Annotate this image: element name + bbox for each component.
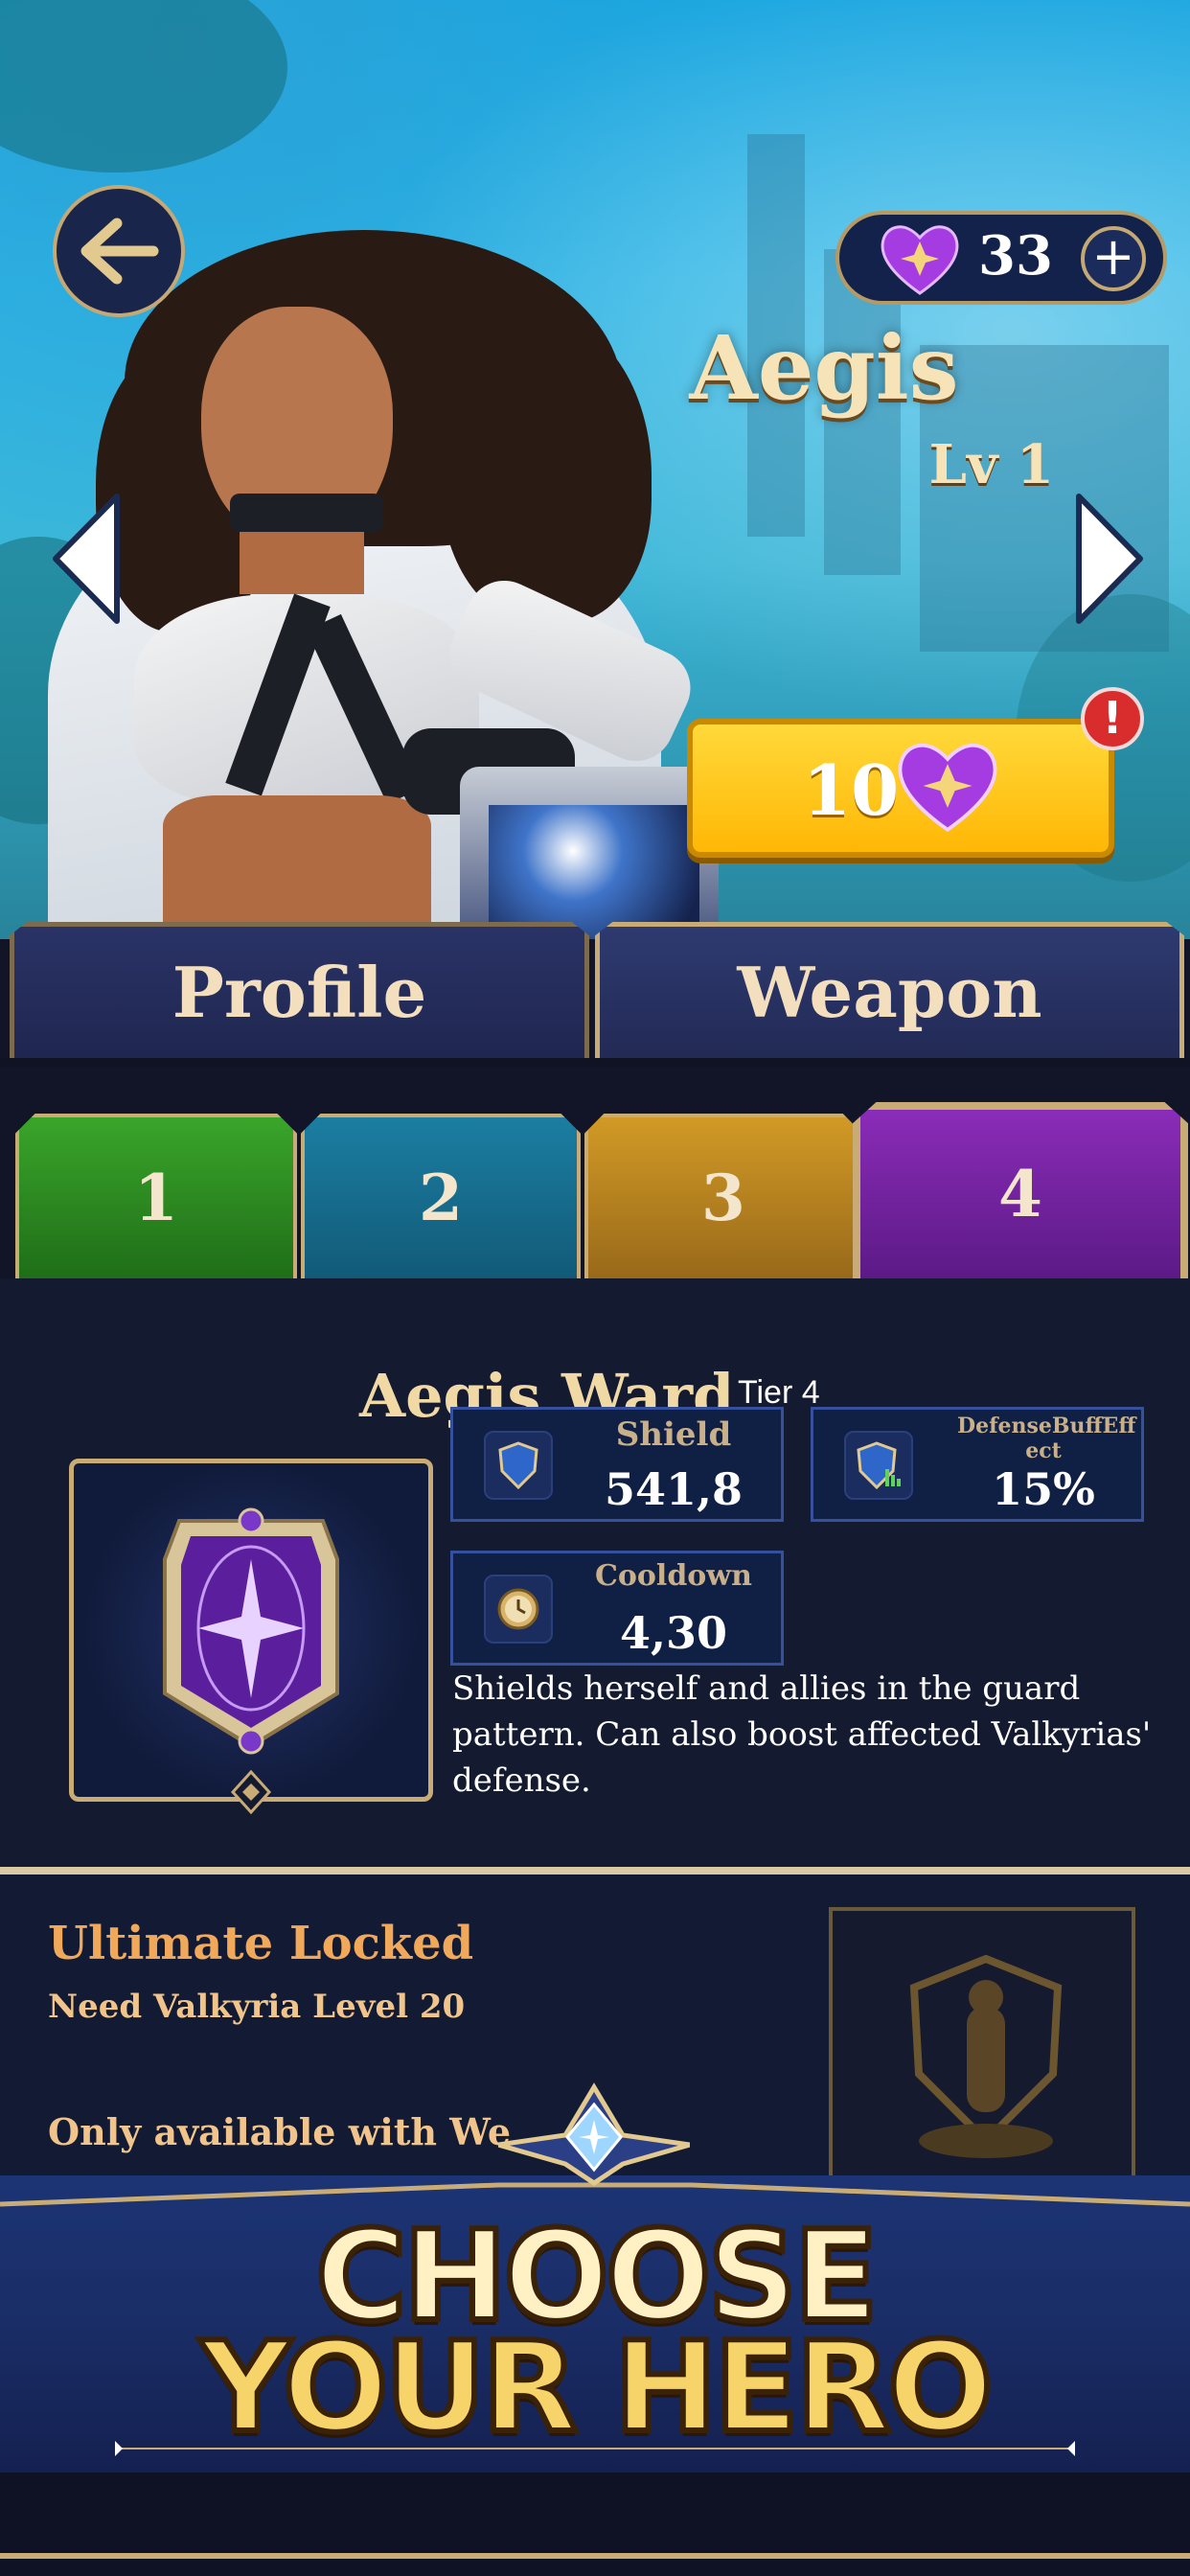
weapon-icon-frame [69,1459,433,1815]
stat-label: DefenseBuffEff ect [957,1414,1136,1463]
frame-ornament-icon [230,1769,272,1815]
stat-label: Shield [615,1415,732,1454]
stat-label: Cooldown [595,1559,752,1593]
weapon-description: Shields herself and allies in the guard … [452,1669,1152,1800]
hero-name: Aegis [689,316,959,420]
hero-scene: 33 + Aegis Lv 1 10 ! [0,0,1190,939]
tier-tab-2[interactable]: 2 [301,1114,581,1278]
clock-icon [484,1575,553,1644]
stat-value: 4,30 [619,1607,728,1659]
tab-divider [0,1058,1190,1068]
ultimate-title: Ultimate Locked [48,1917,474,1970]
gem-heart-icon [881,225,959,295]
gem-heart-icon [898,743,997,833]
tab-weapon[interactable]: Weapon [595,922,1184,1058]
add-gems-button[interactable]: + [1081,226,1146,291]
shield-weapon-icon [163,1507,339,1755]
ultimate-requirement: Need Valkyria Level 20 [48,1988,466,2026]
ultimate-icon-frame [829,1907,1135,2195]
tier-tab-4[interactable]: 4 [853,1102,1188,1278]
stat-value: 541,8 [604,1463,744,1515]
unlock-hero-button[interactable]: 10 [687,719,1114,858]
banner-title-line2: YOUR HERO [197,2314,995,2460]
previous-hero-button[interactable] [38,487,144,631]
stat-cooldown: Cooldown 4,30 [450,1551,784,1666]
unlock-price: 10 [803,749,900,831]
gem-counter: 33 + [835,211,1167,305]
banner-gem-emblem [498,2082,690,2187]
stat-defense-buff: DefenseBuffEff ect 15% [811,1407,1144,1522]
next-hero-button[interactable] [1052,487,1157,631]
alert-badge: ! [1081,687,1144,750]
ultimate-note: Only available with We [48,2110,512,2153]
shield-icon [484,1431,553,1500]
bottom-trim [0,2553,1190,2559]
stat-shield: Shield 541,8 [450,1407,784,1522]
locked-ultimate-icon [909,1954,1063,2158]
back-button[interactable] [53,185,185,317]
tab-profile[interactable]: Profile [10,922,589,1058]
stat-value: 15% [992,1463,1095,1515]
hero-level: Lv 1 [928,433,1054,496]
tier-tab-3[interactable]: 3 [584,1114,862,1278]
arrow-left-icon [80,218,159,285]
tier-tab-1[interactable]: 1 [15,1114,297,1278]
foliage [0,0,287,172]
panel-divider [0,1867,1190,1874]
bottom-strip [0,2472,1190,2576]
shield-buff-icon [844,1431,913,1500]
gem-count: 33 [978,224,1053,288]
